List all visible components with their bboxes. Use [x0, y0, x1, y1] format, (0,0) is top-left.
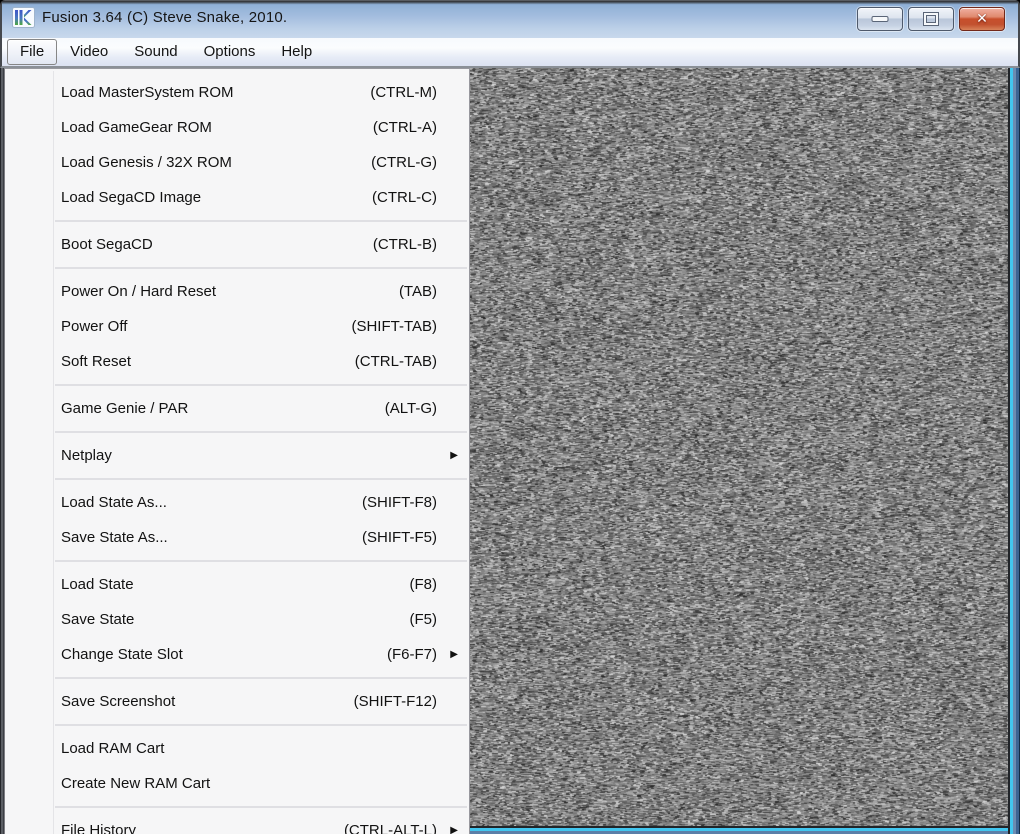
menu-item-label: Power On / Hard Reset — [61, 283, 399, 300]
menu-item-label: Power Off — [61, 318, 351, 335]
menu-item-label: Load MasterSystem ROM — [61, 84, 370, 101]
menu-item-load-state[interactable]: Load State (F8) — [5, 567, 469, 602]
menubar-item-sound[interactable]: Sound — [121, 39, 190, 65]
menu-separator — [55, 267, 467, 269]
menu-item-power-on-hard-reset[interactable]: Power On / Hard Reset (TAB) — [5, 274, 469, 309]
close-icon: ✕ — [976, 10, 988, 27]
menu-item-load-segacd-image[interactable]: Load SegaCD Image (CTRL-C) — [5, 180, 469, 215]
menu-item-shortcut: (F8) — [410, 576, 438, 593]
menu-item-label: Save State As... — [61, 529, 362, 546]
menu-item-load-genesis-32x-rom[interactable]: Load Genesis / 32X ROM (CTRL-G) — [5, 145, 469, 180]
menubar-item-video[interactable]: Video — [57, 39, 121, 65]
menu-item-shortcut: (SHIFT-F8) — [362, 494, 437, 511]
app-icon — [12, 7, 35, 28]
menu-item-label: File History — [61, 822, 344, 834]
menu-item-label: Load RAM Cart — [61, 740, 437, 757]
menu-item-load-ram-cart[interactable]: Load RAM Cart — [5, 731, 469, 766]
menu-item-load-state-as[interactable]: Load State As... (SHIFT-F8) — [5, 485, 469, 520]
menu-separator — [55, 384, 467, 386]
menu-item-label: Create New RAM Cart — [61, 775, 437, 792]
menu-item-netplay[interactable]: Netplay ▶ — [5, 438, 469, 473]
menu-item-save-state[interactable]: Save State (F5) — [5, 602, 469, 637]
menu-item-label: Game Genie / PAR — [61, 400, 385, 417]
minimize-icon — [873, 17, 888, 21]
menu-item-save-screenshot[interactable]: Save Screenshot (SHIFT-F12) — [5, 684, 469, 719]
menu-item-boot-segacd[interactable]: Boot SegaCD (CTRL-B) — [5, 227, 469, 262]
menu-separator — [55, 724, 467, 726]
maximize-icon — [924, 13, 938, 25]
menu-item-power-off[interactable]: Power Off (SHIFT-TAB) — [5, 309, 469, 344]
menu-item-label: Load SegaCD Image — [61, 189, 372, 206]
menu-item-change-state-slot[interactable]: Change State Slot (F6-F7) ▶ — [5, 637, 469, 672]
menu-separator — [55, 560, 467, 562]
menu-item-shortcut: (CTRL-ALT-L) — [344, 822, 437, 834]
menu-item-label: Change State Slot — [61, 646, 387, 663]
menu-item-create-new-ram-cart[interactable]: Create New RAM Cart — [5, 766, 469, 801]
menu-item-label: Netplay — [61, 447, 437, 464]
menu-item-save-state-as[interactable]: Save State As... (SHIFT-F5) — [5, 520, 469, 555]
menu-item-shortcut: (F6-F7) — [387, 646, 437, 663]
menu-separator — [55, 478, 467, 480]
menu-separator — [55, 220, 467, 222]
menu-item-shortcut: (SHIFT-F12) — [354, 693, 437, 710]
submenu-arrow-icon: ▶ — [450, 826, 458, 834]
close-button[interactable]: ✕ — [959, 7, 1005, 31]
menu-item-shortcut: (CTRL-TAB) — [355, 353, 437, 370]
menu-item-load-gamegear-rom[interactable]: Load GameGear ROM (CTRL-A) — [5, 110, 469, 145]
menu-item-label: Boot SegaCD — [61, 236, 373, 253]
title-bar[interactable]: Fusion 3.64 (C) Steve Snake, 2010. ✕ — [0, 0, 1020, 38]
menu-item-shortcut: (SHIFT-F5) — [362, 529, 437, 546]
file-menu-popup: Load MasterSystem ROM (CTRL-M) Load GameGe… — [4, 68, 470, 834]
menu-separator — [55, 677, 467, 679]
menu-item-label: Soft Reset — [61, 353, 355, 370]
submenu-arrow-icon: ▶ — [450, 451, 458, 461]
menu-item-soft-reset[interactable]: Soft Reset (CTRL-TAB) — [5, 344, 469, 379]
menu-item-load-mastersystem-rom[interactable]: Load MasterSystem ROM (CTRL-M) — [5, 75, 469, 110]
window-controls: ✕ — [857, 7, 1005, 31]
window-right-border — [1008, 68, 1020, 834]
app-window: Fusion 3.64 (C) Steve Snake, 2010. ✕ Fil… — [0, 0, 1020, 834]
menubar-item-file[interactable]: File — [7, 39, 57, 65]
menu-item-label: Load Genesis / 32X ROM — [61, 154, 371, 171]
menu-item-label: Save State — [61, 611, 410, 628]
menu-item-shortcut: (CTRL-A) — [373, 119, 437, 136]
submenu-arrow-icon: ▶ — [450, 650, 458, 660]
menubar-item-help[interactable]: Help — [268, 39, 325, 65]
menu-item-label: Load GameGear ROM — [61, 119, 373, 136]
minimize-button[interactable] — [857, 7, 903, 31]
menu-item-shortcut: (CTRL-C) — [372, 189, 437, 206]
menu-item-game-genie-par[interactable]: Game Genie / PAR (ALT-G) — [5, 391, 469, 426]
menu-item-shortcut: (SHIFT-TAB) — [351, 318, 437, 335]
file-menu-items: Load MasterSystem ROM (CTRL-M) Load GameGe… — [5, 75, 469, 834]
menu-item-shortcut: (CTRL-G) — [371, 154, 437, 171]
menu-separator — [55, 806, 467, 808]
menu-separator — [55, 431, 467, 433]
menu-item-label: Load State As... — [61, 494, 362, 511]
menu-item-file-history[interactable]: File History (CTRL-ALT-L) ▶ — [5, 813, 469, 834]
menu-item-shortcut: (ALT-G) — [385, 400, 437, 417]
menu-item-shortcut: (F5) — [410, 611, 438, 628]
menu-bar: File Video Sound Options Help — [0, 38, 1020, 68]
menu-item-shortcut: (CTRL-M) — [370, 84, 437, 101]
window-title: Fusion 3.64 (C) Steve Snake, 2010. — [42, 9, 287, 26]
menu-item-shortcut: (CTRL-B) — [373, 236, 437, 253]
menu-item-shortcut: (TAB) — [399, 283, 437, 300]
maximize-button[interactable] — [908, 7, 954, 31]
menubar-item-options[interactable]: Options — [191, 39, 269, 65]
menu-item-label: Save Screenshot — [61, 693, 354, 710]
menu-item-label: Load State — [61, 576, 410, 593]
